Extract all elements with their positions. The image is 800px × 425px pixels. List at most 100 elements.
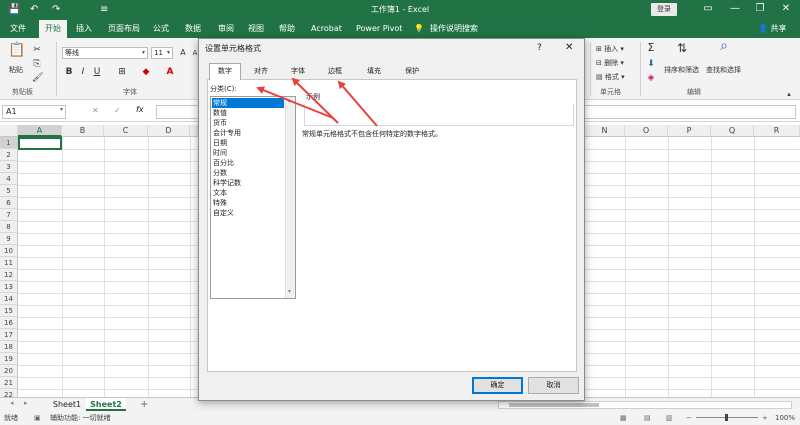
tell-me-search[interactable]: 操作说明搜索 (430, 20, 478, 38)
category-item[interactable]: 常规 (212, 98, 284, 108)
page-layout-view-icon[interactable]: ▤ (644, 411, 651, 425)
category-item[interactable]: 特殊 (212, 198, 284, 208)
column-header[interactable]: O (625, 125, 668, 137)
copy-icon[interactable]: ⎘ (32, 58, 42, 70)
grow-font-icon[interactable]: A (178, 47, 188, 59)
tab-formulas[interactable]: 公式 (153, 20, 169, 38)
font-color-icon[interactable]: A (164, 66, 176, 78)
row-header[interactable]: 20 (0, 365, 18, 377)
tab-power-pivot[interactable]: Power Pivot (356, 20, 402, 38)
ok-button[interactable]: 确定 (472, 377, 523, 394)
sheet-tab-sheet2[interactable]: Sheet2 (86, 398, 126, 411)
category-list[interactable]: 常规 数值 货币 会计专用 日期 时间 百分比 分数 科学记数 文本 特殊 自定… (210, 96, 296, 299)
font-name-dropdown[interactable]: 等线 ▾ (62, 47, 148, 59)
row-header[interactable]: 6 (0, 197, 18, 209)
tab-page-layout[interactable]: 页面布局 (108, 20, 140, 38)
tab-border[interactable]: 边框 (320, 64, 350, 79)
add-sheet-button[interactable]: + (140, 398, 148, 411)
tab-help[interactable]: 帮助 (279, 20, 295, 38)
active-cell[interactable] (18, 137, 62, 150)
cut-icon[interactable]: ✂ (32, 44, 42, 56)
login-button[interactable]: 登录 (651, 3, 677, 16)
category-item[interactable]: 科学记数 (212, 178, 284, 188)
autosum-icon[interactable]: Σ (646, 42, 656, 54)
tab-view[interactable]: 视图 (248, 20, 264, 38)
column-header[interactable]: Q (711, 125, 754, 137)
zoom-level[interactable]: 100% (775, 411, 795, 425)
category-item[interactable]: 数值 (212, 108, 284, 118)
scroll-right-icon[interactable]: ▸ (24, 399, 28, 407)
fill-color-icon[interactable]: ◆ (140, 66, 152, 78)
row-header[interactable]: 15 (0, 305, 18, 317)
tab-data[interactable]: 数据 (185, 20, 201, 38)
row-header[interactable]: 4 (0, 173, 18, 185)
cancel-button[interactable]: 取消 (528, 377, 579, 394)
ribbon-display-icon[interactable]: ▭ (700, 2, 716, 16)
zoom-slider[interactable] (696, 414, 758, 421)
category-item[interactable]: 会计专用 (212, 128, 284, 138)
underline-button[interactable]: U (92, 66, 102, 78)
column-header[interactable]: A (18, 125, 62, 137)
find-select-icon[interactable]: ⌕ (714, 39, 734, 53)
select-all-corner[interactable] (0, 125, 18, 137)
confirm-entry-icon[interactable]: ✓ (114, 106, 121, 115)
category-item[interactable]: 日期 (212, 138, 284, 148)
row-header[interactable]: 3 (0, 161, 18, 173)
tab-font[interactable]: 字体 (283, 64, 313, 79)
scroll-left-icon[interactable]: ◂ (10, 399, 14, 407)
column-header[interactable]: P (668, 125, 711, 137)
format-cells-button[interactable]: ▤ 格式 ▾ (596, 72, 625, 82)
scroll-up-icon[interactable]: ▴ (288, 97, 291, 104)
row-header[interactable]: 17 (0, 329, 18, 341)
tab-file[interactable]: 文件 (10, 20, 26, 38)
share-button[interactable]: 👤 共享 (758, 20, 787, 38)
row-header[interactable]: 18 (0, 341, 18, 353)
row-header[interactable]: 22 (0, 389, 18, 397)
restore-icon[interactable]: ❐ (752, 2, 768, 16)
category-scrollbar[interactable]: ▴ ▾ (285, 97, 295, 298)
category-item[interactable]: 货币 (212, 118, 284, 128)
sort-filter-label[interactable]: 排序和筛选 (664, 65, 699, 75)
column-header[interactable]: B (62, 125, 104, 137)
minimize-icon[interactable]: — (727, 2, 743, 16)
normal-view-icon[interactable]: ▦ (620, 411, 627, 425)
tab-insert[interactable]: 插入 (76, 20, 92, 38)
zoom-in-icon[interactable]: + (762, 411, 768, 425)
category-item[interactable]: 文本 (212, 188, 284, 198)
sheet-tab-sheet1[interactable]: Sheet1 (48, 398, 86, 411)
tab-review[interactable]: 审阅 (218, 20, 234, 38)
zoom-out-icon[interactable]: − (686, 411, 692, 425)
paste-icon[interactable]: 📋 (8, 43, 26, 57)
column-header[interactable]: N (585, 125, 625, 137)
row-header[interactable]: 21 (0, 377, 18, 389)
tab-home[interactable]: 开始 (39, 20, 67, 38)
column-header[interactable]: C (104, 125, 148, 137)
category-item[interactable]: 百分比 (212, 158, 284, 168)
fill-down-icon[interactable]: ⬇ (646, 58, 656, 70)
delete-cells-button[interactable]: ⊟ 删除 ▾ (596, 58, 624, 68)
clear-icon[interactable]: ◈ (646, 72, 656, 84)
row-header[interactable]: 7 (0, 209, 18, 221)
close-icon[interactable]: ✕ (565, 42, 573, 54)
horizontal-scrollbar[interactable] (498, 401, 792, 409)
tab-number[interactable]: 数字 (209, 63, 241, 80)
row-header[interactable]: 9 (0, 233, 18, 245)
row-header[interactable]: 10 (0, 245, 18, 257)
collapse-ribbon-icon[interactable]: ▴ (784, 88, 794, 100)
row-header[interactable]: 11 (0, 257, 18, 269)
row-header[interactable]: 12 (0, 269, 18, 281)
category-item[interactable]: 分数 (212, 168, 284, 178)
help-icon[interactable]: ? (537, 42, 542, 54)
find-select-label[interactable]: 查找和选择 (706, 65, 741, 75)
format-painter-icon[interactable]: 🖌 (32, 72, 43, 84)
row-header[interactable]: 14 (0, 293, 18, 305)
category-item[interactable]: 时间 (212, 148, 284, 158)
close-window-icon[interactable]: ✕ (778, 2, 794, 16)
bold-button[interactable]: B (64, 66, 74, 78)
page-break-view-icon[interactable]: ▥ (666, 411, 673, 425)
insert-cells-button[interactable]: ⊞ 插入 ▾ (596, 44, 624, 54)
accessibility-status[interactable]: 辅助功能: 一切就绪 (50, 411, 111, 425)
scrollbar-thumb[interactable] (509, 403, 599, 407)
paste-label[interactable]: 粘贴 (9, 65, 23, 75)
scroll-down-icon[interactable]: ▾ (288, 288, 291, 295)
